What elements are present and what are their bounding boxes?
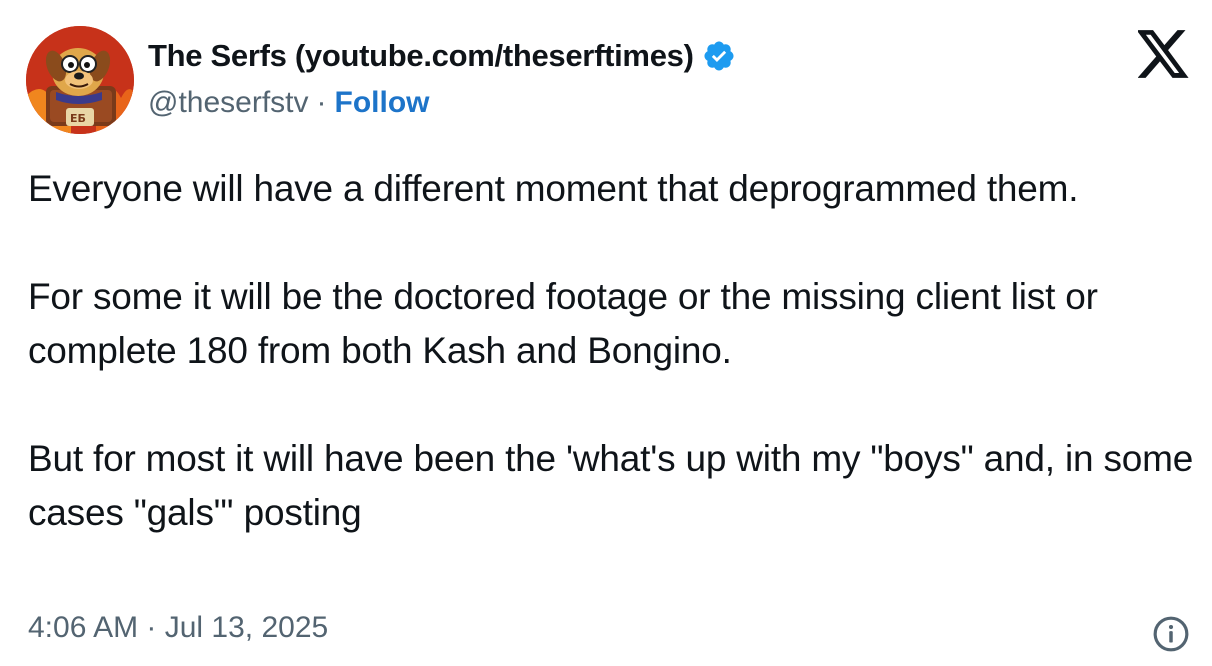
post-paragraph-2: For some it will be the doctored footage…: [28, 276, 1098, 371]
verified-badge-icon[interactable]: [702, 39, 736, 73]
post-paragraph-1: Everyone will have a different moment th…: [28, 168, 1079, 209]
tweet-card: ЕБ The Serfs (youtube.com/theserftimes) …: [0, 0, 1212, 666]
author-name-row: The Serfs (youtube.com/theserftimes): [148, 34, 736, 78]
svg-text:ЕБ: ЕБ: [70, 112, 86, 125]
post-timestamp[interactable]: 4:06 AM · Jul 13, 2025: [28, 611, 328, 645]
x-logo-icon[interactable]: [1136, 30, 1190, 78]
follow-button[interactable]: Follow: [335, 86, 430, 120]
cartoon-dog-icon: ЕБ: [26, 26, 134, 134]
avatar[interactable]: ЕБ: [26, 26, 134, 134]
handle[interactable]: @theserfstv: [148, 86, 309, 120]
post-text: Everyone will have a different moment th…: [28, 162, 1198, 540]
post-paragraph-3: But for most it will have been the 'what…: [28, 438, 1194, 533]
handle-row: @theserfstv · Follow: [148, 82, 430, 124]
display-name[interactable]: The Serfs (youtube.com/theserftimes): [148, 38, 694, 74]
info-icon[interactable]: [1152, 615, 1190, 653]
separator: ·: [316, 86, 327, 119]
